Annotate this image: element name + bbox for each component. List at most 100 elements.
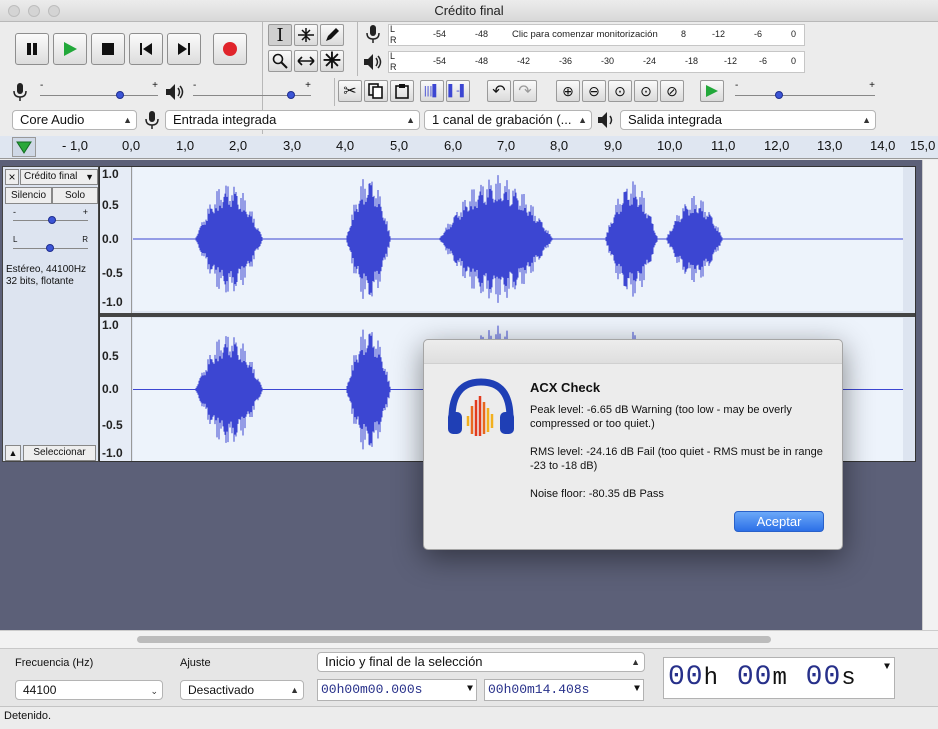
track-pan-slider[interactable]: L R: [13, 235, 88, 253]
horizontal-scrollbar[interactable]: [0, 630, 938, 648]
zoom-in-button[interactable]: ⊕: [556, 80, 580, 102]
select-track-label: Seleccionar: [33, 447, 86, 458]
redo-button[interactable]: ↷: [513, 80, 537, 102]
acx-check-dialog: ACX Check Peak level: -6.65 dB Warning (…: [423, 339, 843, 550]
pause-button[interactable]: [15, 33, 49, 65]
play-meter[interactable]: L R -54 -48 -42 -36 -30 -24 -18 -12 -6 0: [388, 51, 805, 73]
trim-audio-icon: |||▌: [423, 85, 441, 97]
output-device-select[interactable]: Salida integrada ▲: [620, 110, 876, 130]
time-shift-tool-button[interactable]: [294, 50, 318, 72]
slider-thumb[interactable]: [287, 91, 295, 99]
timeline-ruler[interactable]: - 1,0 0,0 1,0 2,0 3,0 4,0 5,0 6,0 7,0 8,0 9,0 10,0 1…: [0, 136, 938, 159]
meter-left-label: L: [390, 51, 396, 61]
triangle-up-icon: ▲: [8, 448, 18, 458]
input-device-select[interactable]: Entrada integrada ▲: [165, 110, 420, 130]
trim-button[interactable]: |||▌: [420, 80, 444, 102]
skip-to-start-button[interactable]: [129, 33, 163, 65]
solo-button[interactable]: Solo: [52, 187, 98, 204]
status-bar: Detenido.: [0, 706, 938, 729]
meter-left-label: L: [390, 24, 396, 34]
record-icon: [223, 42, 237, 56]
updown-chevron-icon: ▲: [290, 685, 299, 695]
cut-button[interactable]: ✂: [338, 80, 362, 102]
slider-thumb[interactable]: [116, 91, 124, 99]
dropdown-triangle-icon: ▼: [633, 684, 640, 695]
track-gain-slider[interactable]: - +: [13, 207, 88, 225]
accept-button[interactable]: Aceptar: [734, 511, 824, 532]
vertical-scrollbar[interactable]: [922, 160, 938, 630]
play-at-speed-button[interactable]: [700, 80, 724, 104]
left-channel-waveform[interactable]: [133, 167, 903, 311]
record-button[interactable]: [213, 33, 247, 65]
close-window-button[interactable]: [8, 5, 20, 17]
transport-toolbar: [3, 24, 261, 74]
meter-tick: -54: [433, 56, 447, 66]
rate-combobox[interactable]: 44100 ⌄: [15, 680, 163, 700]
input-volume-slider[interactable]: - +: [40, 80, 158, 100]
clipboard-icon: [395, 84, 409, 99]
channels-select[interactable]: 1 canal de grabación (... ▲: [424, 110, 592, 130]
record-meter[interactable]: L R -54 -48 Clic para comenzar monitoriz…: [388, 24, 805, 46]
timeline-options-button[interactable]: [12, 137, 36, 157]
skip-to-end-button[interactable]: [167, 33, 201, 65]
meter-tick: -12: [724, 56, 738, 66]
audio-host-value: Core Audio: [20, 112, 85, 127]
slider-thumb[interactable]: [775, 91, 783, 99]
meter-tick: -24: [643, 56, 657, 66]
copy-button[interactable]: [364, 80, 388, 102]
updown-chevron-icon: ▲: [631, 657, 640, 667]
gain-min-label: -: [13, 207, 16, 217]
output-volume-slider[interactable]: - +: [193, 80, 311, 100]
multi-tool-button[interactable]: ✳: [320, 50, 344, 72]
zoom-toggle-button[interactable]: ⊘: [660, 80, 684, 102]
zoom-tool-button[interactable]: [268, 50, 292, 72]
meter-tick: 0: [791, 29, 797, 39]
silence-button[interactable]: ▌-▌: [446, 80, 470, 102]
snap-select[interactable]: Desactivado ▲: [180, 680, 304, 700]
input-device-icon-wrap: [143, 110, 161, 130]
output-device-icon-wrap: [597, 110, 617, 130]
slider-track: [40, 95, 158, 96]
meter-tick: -6: [754, 29, 763, 39]
selection-start-time[interactable]: 00h00m00.000s ▼: [317, 679, 477, 701]
rate-value: 44100: [23, 683, 57, 697]
fit-selection-button[interactable]: ⊙: [608, 80, 632, 102]
audio-position-time[interactable]: 00h 00m 00s ▼: [663, 657, 895, 699]
envelope-tool-button[interactable]: [294, 24, 318, 46]
amplitude-scale-label: -0.5: [102, 418, 123, 432]
fit-project-button[interactable]: ⊙: [634, 80, 658, 102]
audio-host-select[interactable]: Core Audio ▲: [12, 110, 137, 130]
zoom-window-button[interactable]: [48, 5, 60, 17]
paste-button[interactable]: [390, 80, 414, 102]
mute-button[interactable]: Silencio: [5, 187, 52, 204]
zoom-in-icon: ⊕: [562, 82, 574, 99]
selection-end-time[interactable]: 00h00m14.408s ▼: [484, 679, 644, 701]
status-text: Detenido.: [4, 710, 52, 722]
scrollbar-thumb[interactable]: [137, 636, 771, 643]
undo-button[interactable]: ↶: [487, 80, 511, 102]
monitor-hint[interactable]: Clic para comenzar monitorización: [512, 29, 658, 40]
draw-tool-button[interactable]: [320, 24, 344, 46]
collapse-track-button[interactable]: ▲: [5, 445, 21, 461]
play-meter-button[interactable]: [362, 51, 386, 75]
play-icon: [706, 85, 718, 97]
meter-right-label: R: [390, 62, 397, 72]
record-meter-button[interactable]: [362, 23, 386, 47]
redo-icon: ↷: [518, 83, 532, 100]
solo-label: Solo: [64, 190, 85, 201]
ruler-tick-label: 10,0: [657, 138, 683, 153]
selection-tool-button[interactable]: I: [268, 24, 292, 46]
track-name-menu[interactable]: Crédito final ▼: [20, 169, 98, 185]
select-track-button[interactable]: Seleccionar: [23, 445, 96, 461]
slider-thumb[interactable]: [48, 216, 56, 224]
selection-mode-select[interactable]: Inicio y final de la selección ▲: [317, 652, 645, 672]
stop-button[interactable]: [91, 33, 125, 65]
snap-label: Ajuste: [180, 657, 211, 669]
zoom-out-button[interactable]: ⊖: [582, 80, 606, 102]
minimize-window-button[interactable]: [28, 5, 40, 17]
play-button[interactable]: [53, 33, 87, 65]
slider-thumb[interactable]: [46, 244, 54, 252]
play-speed-slider[interactable]: - +: [735, 80, 875, 100]
close-track-button[interactable]: ×: [5, 169, 19, 185]
mute-label: Silencio: [10, 190, 47, 201]
